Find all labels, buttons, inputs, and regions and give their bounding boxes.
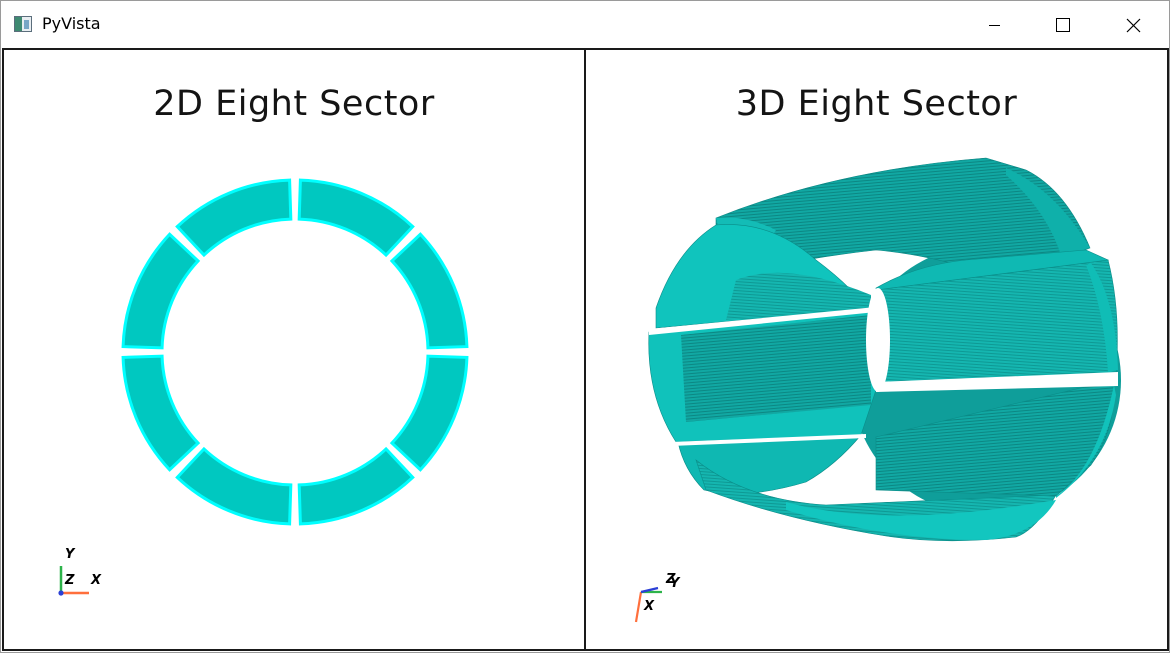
sector-2d-5: [121, 354, 201, 472]
axis-label-z: Z: [64, 573, 75, 588]
title-bar[interactable]: PyVista: [1, 1, 1169, 48]
minimize-icon: [989, 25, 1000, 26]
sector-2d-6: [175, 446, 293, 526]
axis-label-x: X: [643, 599, 655, 614]
axis-z-dot: [58, 590, 64, 596]
sector-2d-4: [121, 232, 201, 350]
sector-2d-7: [297, 446, 415, 526]
axis-label-x: X: [90, 573, 102, 588]
orientation-axes-3d: Z Y X: [634, 572, 681, 623]
maximize-icon: [1056, 18, 1070, 32]
axis-label-y: Y: [65, 547, 76, 562]
viewport-3d[interactable]: 3D Eight Sector Z Y X: [584, 48, 1169, 651]
pyvista-window: PyVista 2D Eight Sector Y Z X 3D Eight S…: [0, 0, 1170, 653]
axis-label-y: Y: [670, 576, 681, 591]
render-3d: Z Y X: [634, 157, 1121, 623]
maximize-button[interactable]: [1040, 1, 1086, 48]
sector-2d-3: [175, 178, 293, 258]
cylinder-bore: [866, 288, 890, 392]
close-icon: [1126, 18, 1141, 33]
close-button[interactable]: [1110, 1, 1156, 48]
viewport-2d[interactable]: 2D Eight Sector Y Z X: [2, 48, 586, 651]
render-2d: Y Z X: [58, 178, 469, 596]
minimize-button[interactable]: [971, 1, 1017, 48]
eight-sector-ring-2d: [121, 178, 469, 526]
window-title: PyVista: [42, 14, 101, 33]
sector-2d-2: [297, 178, 415, 258]
eight-sector-cylinder-3d: [648, 157, 1121, 542]
app-icon: [14, 16, 32, 32]
sector-2d-1: [389, 232, 469, 350]
sector-2d-8: [389, 354, 469, 472]
axis-x-line: [634, 591, 643, 623]
orientation-axes-2d: Y Z X: [58, 547, 102, 596]
